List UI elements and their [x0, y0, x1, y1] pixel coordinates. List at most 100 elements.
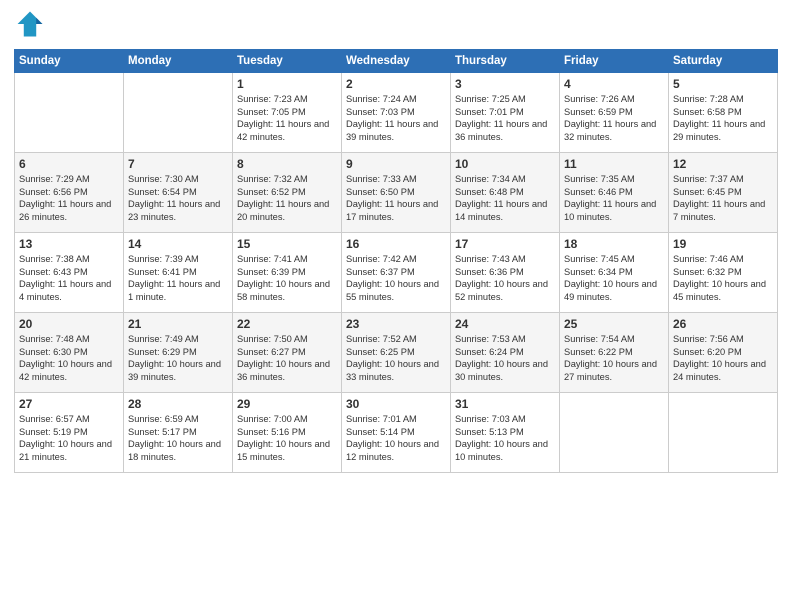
cell-content: Sunrise: 7:52 AMSunset: 6:25 PMDaylight:…: [346, 333, 446, 383]
day-number: 19: [673, 237, 773, 251]
cell-content: Sunrise: 7:42 AMSunset: 6:37 PMDaylight:…: [346, 253, 446, 303]
day-number: 22: [237, 317, 337, 331]
calendar-cell: [15, 73, 124, 153]
day-header-wednesday: Wednesday: [342, 50, 451, 73]
calendar-cell: 9 Sunrise: 7:33 AMSunset: 6:50 PMDaylight…: [342, 153, 451, 233]
calendar-cell: 7Sunrise: 7:30 AMSunset: 6:54 PMDaylight…: [124, 153, 233, 233]
cell-content: Sunrise: 7:39 AMSunset: 6:41 PMDaylight:…: [128, 253, 228, 303]
cell-content: Sunrise: 7:03 AMSunset: 5:13 PMDaylight:…: [455, 413, 555, 463]
day-number: 7: [128, 157, 228, 171]
cell-content: Sunrise: 7:46 AMSunset: 6:32 PMDaylight:…: [673, 253, 773, 303]
logo-icon: [16, 10, 44, 38]
day-number: 16: [346, 237, 446, 251]
day-number: 27: [19, 397, 119, 411]
cell-content: Sunrise: 7:00 AMSunset: 5:16 PMDaylight:…: [237, 413, 337, 463]
day-number: 2: [346, 77, 446, 91]
calendar-cell: 25 Sunrise: 7:54 AMSunset: 6:22 PMDayligh…: [560, 313, 669, 393]
calendar-cell: 11 Sunrise: 7:35 AMSunset: 6:46 PMDayligh…: [560, 153, 669, 233]
day-number: 18: [564, 237, 664, 251]
calendar-cell: 13 Sunrise: 7:38 AMSunset: 6:43 PMDayligh…: [15, 233, 124, 313]
calendar-header-row: SundayMondayTuesdayWednesdayThursdayFrid…: [15, 50, 778, 73]
calendar-cell: 10 Sunrise: 7:34 AMSunset: 6:48 PMDayligh…: [451, 153, 560, 233]
day-number: 13: [19, 237, 119, 251]
calendar-cell: 18 Sunrise: 7:45 AMSunset: 6:34 PMDayligh…: [560, 233, 669, 313]
day-number: 30: [346, 397, 446, 411]
calendar-week-row: 1 Sunrise: 7:23 AMSunset: 7:05 PMDaylight…: [15, 73, 778, 153]
header: [14, 10, 778, 43]
day-number: 24: [455, 317, 555, 331]
day-header-thursday: Thursday: [451, 50, 560, 73]
cell-content: Sunrise: 7:49 AMSunset: 6:29 PMDaylight:…: [128, 333, 228, 383]
cell-content: Sunrise: 7:26 AMSunset: 6:59 PMDaylight:…: [564, 93, 664, 143]
day-number: 1: [237, 77, 337, 91]
calendar-cell: 31 Sunrise: 7:03 AMSunset: 5:13 PMDayligh…: [451, 393, 560, 473]
calendar-week-row: 13 Sunrise: 7:38 AMSunset: 6:43 PMDayligh…: [15, 233, 778, 313]
day-number: 20: [19, 317, 119, 331]
day-number: 25: [564, 317, 664, 331]
day-number: 10: [455, 157, 555, 171]
calendar-cell: 16 Sunrise: 7:42 AMSunset: 6:37 PMDayligh…: [342, 233, 451, 313]
calendar-cell: 22 Sunrise: 7:50 AMSunset: 6:27 PMDayligh…: [233, 313, 342, 393]
cell-content: Sunrise: 7:37 AMSunset: 6:45 PMDaylight:…: [673, 173, 773, 223]
logo: [14, 10, 48, 43]
cell-content: Sunrise: 7:54 AMSunset: 6:22 PMDaylight:…: [564, 333, 664, 383]
cell-content: Sunrise: 7:01 AMSunset: 5:14 PMDaylight:…: [346, 413, 446, 463]
day-number: 11: [564, 157, 664, 171]
cell-content: Sunrise: 7:56 AMSunset: 6:20 PMDaylight:…: [673, 333, 773, 383]
calendar-cell: 29 Sunrise: 7:00 AMSunset: 5:16 PMDayligh…: [233, 393, 342, 473]
day-number: 29: [237, 397, 337, 411]
calendar-cell: 5Sunrise: 7:28 AMSunset: 6:58 PMDaylight…: [669, 73, 778, 153]
page: SundayMondayTuesdayWednesdayThursdayFrid…: [0, 0, 792, 483]
cell-content: Sunrise: 7:32 AMSunset: 6:52 PMDaylight:…: [237, 173, 337, 223]
cell-content: Sunrise: 7:41 AMSunset: 6:39 PMDaylight:…: [237, 253, 337, 303]
calendar-cell: 30 Sunrise: 7:01 AMSunset: 5:14 PMDayligh…: [342, 393, 451, 473]
calendar-cell: 17Sunrise: 7:43 AMSunset: 6:36 PMDayligh…: [451, 233, 560, 313]
calendar-cell: 1 Sunrise: 7:23 AMSunset: 7:05 PMDaylight…: [233, 73, 342, 153]
day-number: 26: [673, 317, 773, 331]
calendar-cell: 19 Sunrise: 7:46 AMSunset: 6:32 PMDayligh…: [669, 233, 778, 313]
calendar-week-row: 6Sunrise: 7:29 AMSunset: 6:56 PMDaylight…: [15, 153, 778, 233]
cell-content: Sunrise: 7:38 AMSunset: 6:43 PMDaylight:…: [19, 253, 119, 303]
day-number: 28: [128, 397, 228, 411]
day-number: 9: [346, 157, 446, 171]
calendar-cell: [560, 393, 669, 473]
cell-content: Sunrise: 7:28 AMSunset: 6:58 PMDaylight:…: [673, 93, 773, 143]
calendar-cell: 8Sunrise: 7:32 AMSunset: 6:52 PMDaylight…: [233, 153, 342, 233]
calendar-cell: 28 Sunrise: 6:59 AMSunset: 5:17 PMDayligh…: [124, 393, 233, 473]
cell-content: Sunrise: 7:35 AMSunset: 6:46 PMDaylight:…: [564, 173, 664, 223]
calendar-table: SundayMondayTuesdayWednesdayThursdayFrid…: [14, 49, 778, 473]
calendar-cell: 14 Sunrise: 7:39 AMSunset: 6:41 PMDayligh…: [124, 233, 233, 313]
day-header-tuesday: Tuesday: [233, 50, 342, 73]
cell-content: Sunrise: 7:43 AMSunset: 6:36 PMDaylight:…: [455, 253, 555, 303]
day-header-saturday: Saturday: [669, 50, 778, 73]
day-number: 14: [128, 237, 228, 251]
calendar-cell: 6Sunrise: 7:29 AMSunset: 6:56 PMDaylight…: [15, 153, 124, 233]
day-number: 15: [237, 237, 337, 251]
day-header-monday: Monday: [124, 50, 233, 73]
calendar-cell: 23Sunrise: 7:52 AMSunset: 6:25 PMDayligh…: [342, 313, 451, 393]
cell-content: Sunrise: 7:25 AMSunset: 7:01 PMDaylight:…: [455, 93, 555, 143]
day-number: 3: [455, 77, 555, 91]
cell-content: Sunrise: 6:59 AMSunset: 5:17 PMDaylight:…: [128, 413, 228, 463]
cell-content: Sunrise: 7:53 AMSunset: 6:24 PMDaylight:…: [455, 333, 555, 383]
calendar-cell: 3 Sunrise: 7:25 AMSunset: 7:01 PMDaylight…: [451, 73, 560, 153]
calendar-cell: 20Sunrise: 7:48 AMSunset: 6:30 PMDayligh…: [15, 313, 124, 393]
day-header-friday: Friday: [560, 50, 669, 73]
cell-content: Sunrise: 7:50 AMSunset: 6:27 PMDaylight:…: [237, 333, 337, 383]
calendar-cell: 26 Sunrise: 7:56 AMSunset: 6:20 PMDayligh…: [669, 313, 778, 393]
calendar-cell: 12Sunrise: 7:37 AMSunset: 6:45 PMDayligh…: [669, 153, 778, 233]
calendar-cell: 24 Sunrise: 7:53 AMSunset: 6:24 PMDayligh…: [451, 313, 560, 393]
calendar-cell: 4Sunrise: 7:26 AMSunset: 6:59 PMDaylight…: [560, 73, 669, 153]
day-number: 31: [455, 397, 555, 411]
calendar-cell: [669, 393, 778, 473]
calendar-cell: 15 Sunrise: 7:41 AMSunset: 6:39 PMDayligh…: [233, 233, 342, 313]
cell-content: Sunrise: 7:23 AMSunset: 7:05 PMDaylight:…: [237, 93, 337, 143]
calendar-cell: 27 Sunrise: 6:57 AMSunset: 5:19 PMDayligh…: [15, 393, 124, 473]
cell-content: Sunrise: 7:34 AMSunset: 6:48 PMDaylight:…: [455, 173, 555, 223]
day-header-sunday: Sunday: [15, 50, 124, 73]
calendar-week-row: 27 Sunrise: 6:57 AMSunset: 5:19 PMDayligh…: [15, 393, 778, 473]
cell-content: Sunrise: 7:33 AMSunset: 6:50 PMDaylight:…: [346, 173, 446, 223]
cell-content: Sunrise: 7:45 AMSunset: 6:34 PMDaylight:…: [564, 253, 664, 303]
day-number: 6: [19, 157, 119, 171]
cell-content: Sunrise: 6:57 AMSunset: 5:19 PMDaylight:…: [19, 413, 119, 463]
